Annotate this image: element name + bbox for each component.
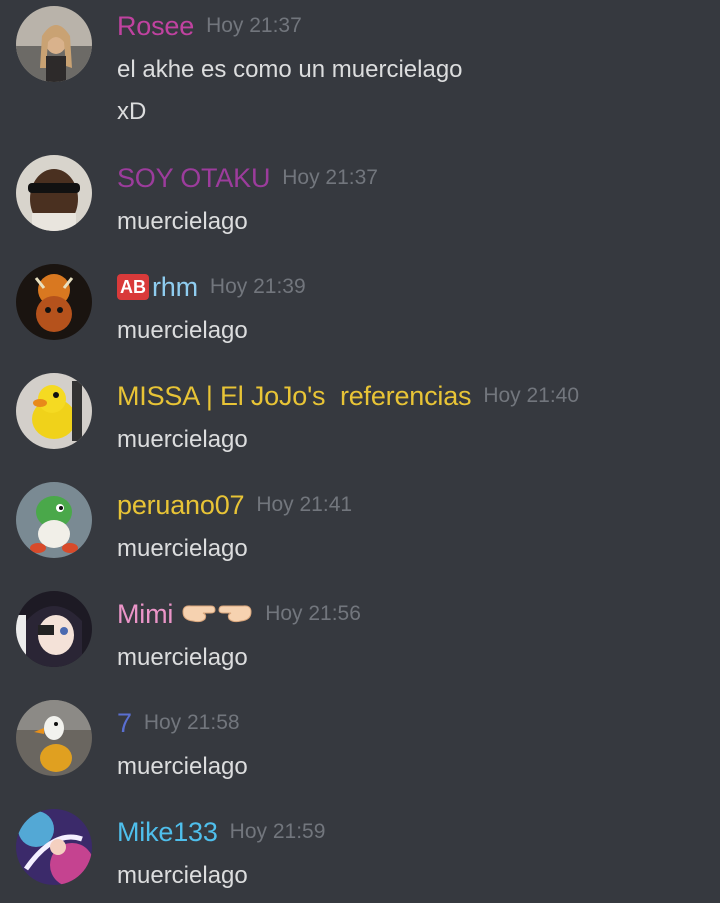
message-header: peruano07 Hoy 21:41 (117, 485, 352, 525)
timestamp: Hoy 21:56 (265, 602, 361, 625)
ab-badge-icon: AB (117, 274, 149, 300)
message-text: muercielago (117, 535, 248, 562)
username[interactable]: MISSA | El JoJo's referencias (117, 381, 472, 412)
username[interactable]: Rosee (117, 11, 194, 42)
pointing-fingers-icon (181, 599, 253, 630)
avatar-mike133[interactable] (16, 809, 92, 885)
message-header: Mimi Hoy 21:56 (117, 594, 361, 634)
message-header: Mike133 Hoy 21:59 (117, 812, 325, 852)
timestamp: Hoy 21:39 (209, 275, 306, 298)
timestamp: Hoy 21:37 (206, 14, 302, 37)
avatar-7[interactable] (16, 700, 92, 776)
message-text: muercielago (117, 862, 248, 889)
avatar-rosee[interactable] (16, 6, 92, 82)
message-header: SOY OTAKU Hoy 21:37 (117, 158, 378, 198)
message-text: xD (117, 98, 147, 125)
username[interactable]: peruano07 (117, 490, 245, 521)
timestamp: Hoy 21:59 (229, 820, 326, 843)
username[interactable]: Mike133 (117, 817, 218, 848)
message-text: muercielago (117, 208, 248, 235)
message-text: muercielago (117, 426, 248, 453)
timestamp: Hoy 21:41 (256, 493, 353, 516)
avatar-peruano07[interactable] (16, 482, 92, 558)
message-header: 7 Hoy 21:58 (117, 703, 240, 743)
message-text: muercielago (117, 317, 248, 344)
username[interactable]: 7 (117, 708, 132, 739)
timestamp: Hoy 21:40 (483, 384, 580, 407)
avatar-missa[interactable] (16, 373, 92, 449)
username[interactable]: Mimi (117, 599, 173, 630)
avatar-soy-otaku[interactable] (16, 155, 92, 231)
message-text: muercielago (117, 644, 248, 671)
username[interactable]: rhm (152, 272, 198, 303)
avatar-rhm[interactable] (16, 264, 92, 340)
message-text: muercielago (117, 753, 248, 780)
message-header: Rosee Hoy 21:37 (117, 6, 302, 46)
avatar-mimi[interactable] (16, 591, 92, 667)
message-header: AB rhm Hoy 21:39 (117, 267, 306, 307)
timestamp: Hoy 21:37 (282, 166, 378, 189)
message-text: el akhe es como un muercielago (117, 56, 463, 83)
message-header: MISSA | El JoJo's referencias Hoy 21:40 (117, 376, 579, 416)
timestamp: Hoy 21:58 (143, 711, 240, 734)
username[interactable]: SOY OTAKU (117, 163, 270, 194)
